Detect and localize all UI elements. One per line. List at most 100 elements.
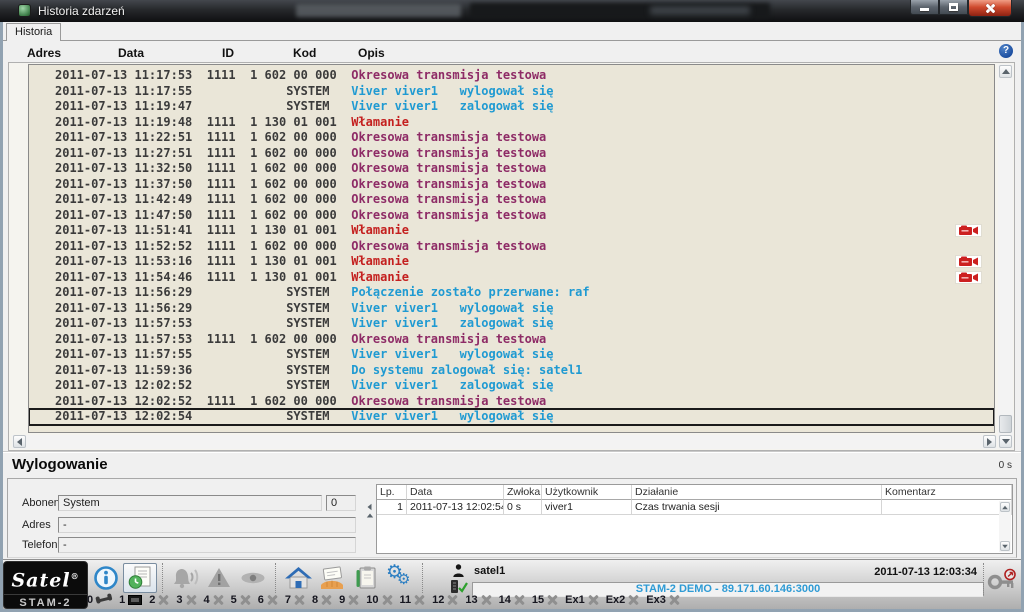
camera-icon[interactable] (955, 255, 982, 268)
adres-field[interactable]: - (58, 517, 356, 533)
event-row[interactable]: 2011-07-13 12:02:54 SYSTEM Viver viver1 … (29, 409, 994, 425)
cell-uzytkownik: viver1 (542, 500, 632, 514)
col-id[interactable]: ID (222, 46, 234, 60)
cell-data: 2011-07-13 12:02:54 (407, 500, 504, 514)
event-row[interactable]: 2011-07-13 11:32:50 1111 1 602 00 000 Ok… (29, 161, 994, 177)
camera-icon[interactable] (955, 224, 982, 237)
disconnected-x-icon (382, 595, 393, 605)
titlebar: Historia zdarzeń (0, 0, 1024, 22)
channel-4[interactable]: 4 (204, 594, 224, 606)
event-row[interactable]: 2011-07-13 11:42:49 1111 1 602 00 000 Ok… (29, 192, 994, 208)
channel-1[interactable]: 1 (119, 594, 142, 606)
event-row[interactable]: 2011-07-13 11:19:48 1111 1 130 01 001 Wł… (29, 115, 994, 131)
event-row[interactable]: 2011-07-13 11:57:53 1111 1 602 00 000 Ok… (29, 332, 994, 348)
splitter-handle[interactable] (366, 501, 374, 523)
toolbar-separator (275, 563, 276, 593)
event-row[interactable]: 2011-07-13 11:22:51 1111 1 602 00 000 Ok… (29, 130, 994, 146)
disconnected-x-icon (321, 595, 332, 605)
event-row[interactable]: 2011-07-13 11:57:55 SYSTEM Viver viver1 … (29, 347, 994, 363)
event-row[interactable]: 2011-07-13 11:17:55 SYSTEM Viver viver1 … (29, 84, 994, 100)
channel-8[interactable]: 8 (312, 594, 332, 606)
scroll-up-button[interactable] (999, 65, 1012, 78)
maximize-button[interactable] (939, 0, 968, 15)
channel-3[interactable]: 3 (176, 594, 196, 606)
channel-14[interactable]: 14 (499, 594, 525, 606)
close-button[interactable] (968, 0, 1012, 17)
event-row[interactable]: 2011-07-13 11:56:29 SYSTEM Viver viver1 … (29, 301, 994, 317)
col-uzytkownik[interactable]: Użytkownik (542, 485, 632, 500)
alarm-bell-button[interactable] (168, 563, 202, 593)
camera-icon-glyph (958, 256, 980, 267)
minimize-button[interactable] (910, 0, 939, 15)
camera-icon[interactable] (955, 271, 982, 284)
channel-0[interactable]: 0 (87, 594, 112, 606)
event-row[interactable]: 2011-07-13 11:19:47 SYSTEM Viver viver1 … (29, 99, 994, 115)
history-button[interactable] (123, 563, 157, 593)
col-adres[interactable]: Adres (27, 46, 61, 60)
channel-9[interactable]: 9 (339, 594, 359, 606)
subscribers-button[interactable] (315, 563, 349, 593)
table-row[interactable]: 1 2011-07-13 12:02:54 0 s viver1 Czas tr… (377, 500, 1012, 515)
channel-11[interactable]: 11 (400, 594, 426, 606)
event-row[interactable]: 2011-07-13 11:59:36 SYSTEM Do systemu za… (29, 363, 994, 379)
channel-Ex3[interactable]: Ex3 (646, 594, 680, 606)
event-row[interactable]: 2011-07-13 11:54:46 1111 1 130 01 001 Wł… (29, 270, 994, 286)
col-data[interactable]: Data (118, 46, 144, 60)
help-icon[interactable]: ? (999, 44, 1013, 58)
abonent-number-field[interactable]: 0 (326, 495, 356, 511)
event-row[interactable]: 2011-07-13 11:57:53 SYSTEM Viver viver1 … (29, 316, 994, 332)
channel-13[interactable]: 13 (465, 594, 491, 606)
channel-2[interactable]: 2 (149, 594, 169, 606)
scroll-thumb[interactable] (999, 415, 1012, 433)
event-row[interactable]: 2011-07-13 11:37:50 1111 1 602 00 000 Ok… (29, 177, 994, 193)
scroll-right-button[interactable] (983, 435, 996, 448)
warning-button[interactable] (202, 563, 236, 593)
key-button[interactable] (986, 568, 1017, 593)
col-zwloka[interactable]: Zwłoka (504, 485, 542, 500)
channel-6[interactable]: 6 (258, 594, 278, 606)
col-lp[interactable]: Lp. (377, 485, 407, 500)
channel-10[interactable]: 10 (366, 594, 392, 606)
event-row[interactable]: 2011-07-13 11:53:16 1111 1 130 01 001 Wł… (29, 254, 994, 270)
scroll-left-button[interactable] (13, 435, 26, 448)
horizontal-scrollbar[interactable] (12, 435, 997, 449)
tab-historia[interactable]: Historia (6, 23, 61, 41)
bottom-toolbar: Satel® STAM-2 (3, 559, 1021, 609)
table-scroll-down[interactable] (1000, 541, 1010, 551)
col-kod[interactable]: Kod (293, 46, 316, 60)
event-row[interactable]: 2011-07-13 11:52:52 1111 1 602 00 000 Ok… (29, 239, 994, 255)
event-row[interactable]: 2011-07-13 11:56:29 SYSTEM Połączenie zo… (29, 285, 994, 301)
channel-15[interactable]: 15 (532, 594, 558, 606)
abonent-field[interactable]: System (58, 495, 322, 511)
disconnected-x-icon (588, 595, 599, 605)
col-opis[interactable]: Opis (358, 46, 385, 60)
notes-button[interactable] (349, 563, 383, 593)
table-scrollbar[interactable] (999, 501, 1011, 552)
event-row[interactable]: 2011-07-13 11:47:50 1111 1 602 00 000 Ok… (29, 208, 994, 224)
telefon-label: Telefon (22, 539, 57, 551)
home-button[interactable] (281, 563, 315, 593)
channel-5[interactable]: 5 (231, 594, 251, 606)
col-dzialanie[interactable]: Działanie (632, 485, 882, 500)
channel-7[interactable]: 7 (285, 594, 305, 606)
event-row[interactable]: 2011-07-13 11:27:51 1111 1 602 00 000 Ok… (29, 146, 994, 162)
vertical-scrollbar[interactable] (998, 64, 1013, 449)
channel-12[interactable]: 12 (432, 594, 458, 606)
telefon-field[interactable]: - (58, 537, 356, 553)
channel-Ex1[interactable]: Ex1 (565, 594, 599, 606)
channel-Ex2[interactable]: Ex2 (606, 594, 640, 606)
event-row[interactable]: 2011-07-13 12:02:52 SYSTEM Viver viver1 … (29, 378, 994, 394)
notes-clipboard-icon (353, 565, 379, 591)
settings-button[interactable]: ⚙⚙ (383, 563, 417, 593)
event-row[interactable]: 2011-07-13 11:17:53 1111 1 602 00 000 Ok… (29, 68, 994, 84)
disconnected-x-icon (186, 595, 197, 605)
event-row[interactable]: 2011-07-13 12:02:52 1111 1 602 00 000 Ok… (29, 394, 994, 410)
info-button[interactable] (89, 563, 123, 593)
view-button[interactable] (236, 563, 270, 593)
scroll-down-button[interactable] (999, 435, 1012, 448)
col-data2[interactable]: Data (407, 485, 504, 500)
disconnected-x-icon (628, 595, 639, 605)
table-scroll-up[interactable] (1000, 502, 1010, 512)
col-komentarz[interactable]: Komentarz (882, 485, 1012, 500)
event-row[interactable]: 2011-07-13 11:51:41 1111 1 130 01 001 Wł… (29, 223, 994, 239)
